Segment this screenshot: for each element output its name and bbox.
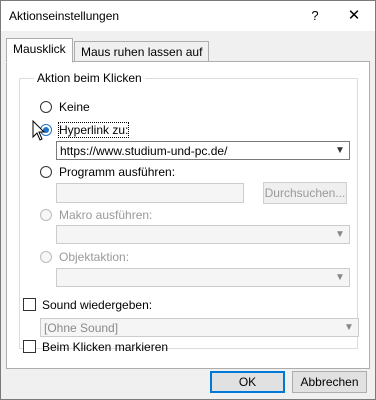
window-title: Aktionseinstellungen <box>9 9 120 23</box>
chevron-down-icon[interactable]: ▼ <box>341 320 357 335</box>
mouse-cursor-icon <box>32 120 46 141</box>
title-bar: Aktionseinstellungen ? ✕ <box>1 1 375 31</box>
chevron-down-icon[interactable]: ▼ <box>332 143 348 158</box>
radio-program-label[interactable]: Programm ausführen: <box>59 165 175 179</box>
cancel-button[interactable]: Abbrechen <box>292 371 367 393</box>
sound-value: [Ohne Sound] <box>44 321 119 335</box>
sound-label[interactable]: Sound wiedergeben: <box>42 298 152 312</box>
object-combobox[interactable]: ▼ <box>56 268 350 287</box>
radio-none-label[interactable]: Keine <box>59 100 90 114</box>
tab-label: Mausklick <box>13 42 66 56</box>
radio-macro-label[interactable]: Makro ausführen: <box>59 208 152 222</box>
tab-maus-ruhen[interactable]: Maus ruhen lassen auf <box>74 41 210 63</box>
macro-combobox[interactable]: ▼ <box>56 225 350 244</box>
radio-object-label[interactable]: Objektaktion: <box>59 250 129 264</box>
radio-hyperlink-label[interactable]: Hyperlink zu: <box>57 122 130 138</box>
radio-program[interactable] <box>40 166 52 178</box>
tab-panel: Aktion beim Klicken Keine Hyperlink zu: … <box>6 61 370 369</box>
program-path-input[interactable] <box>56 183 244 203</box>
hyperlink-combobox[interactable]: https://www.studium-und-pc.de/ ▼ <box>56 141 350 160</box>
group-title: Aktion beim Klicken <box>34 71 145 85</box>
tab-mausklick[interactable]: Mausklick <box>6 38 73 63</box>
browse-button[interactable]: Durchsuchen... <box>263 182 347 204</box>
question-mark-icon[interactable]: ? <box>301 5 329 27</box>
highlight-checkbox[interactable] <box>23 340 36 353</box>
sound-combobox[interactable]: [Ohne Sound] ▼ <box>40 318 359 337</box>
sound-checkbox[interactable] <box>23 298 36 311</box>
chevron-down-icon[interactable]: ▼ <box>332 227 348 242</box>
dialog-window: Aktionseinstellungen ? ✕ Mausklick Maus … <box>0 0 376 400</box>
hyperlink-value: https://www.studium-und-pc.de/ <box>60 144 228 158</box>
chevron-down-icon[interactable]: ▼ <box>332 270 348 285</box>
radio-object[interactable] <box>40 251 52 263</box>
radio-macro[interactable] <box>40 209 52 221</box>
close-icon[interactable]: ✕ <box>340 5 368 27</box>
tab-label: Maus ruhen lassen auf <box>81 45 203 59</box>
ok-button[interactable]: OK <box>210 371 285 393</box>
highlight-label[interactable]: Beim Klicken markieren <box>42 340 168 354</box>
radio-none[interactable] <box>40 101 52 113</box>
